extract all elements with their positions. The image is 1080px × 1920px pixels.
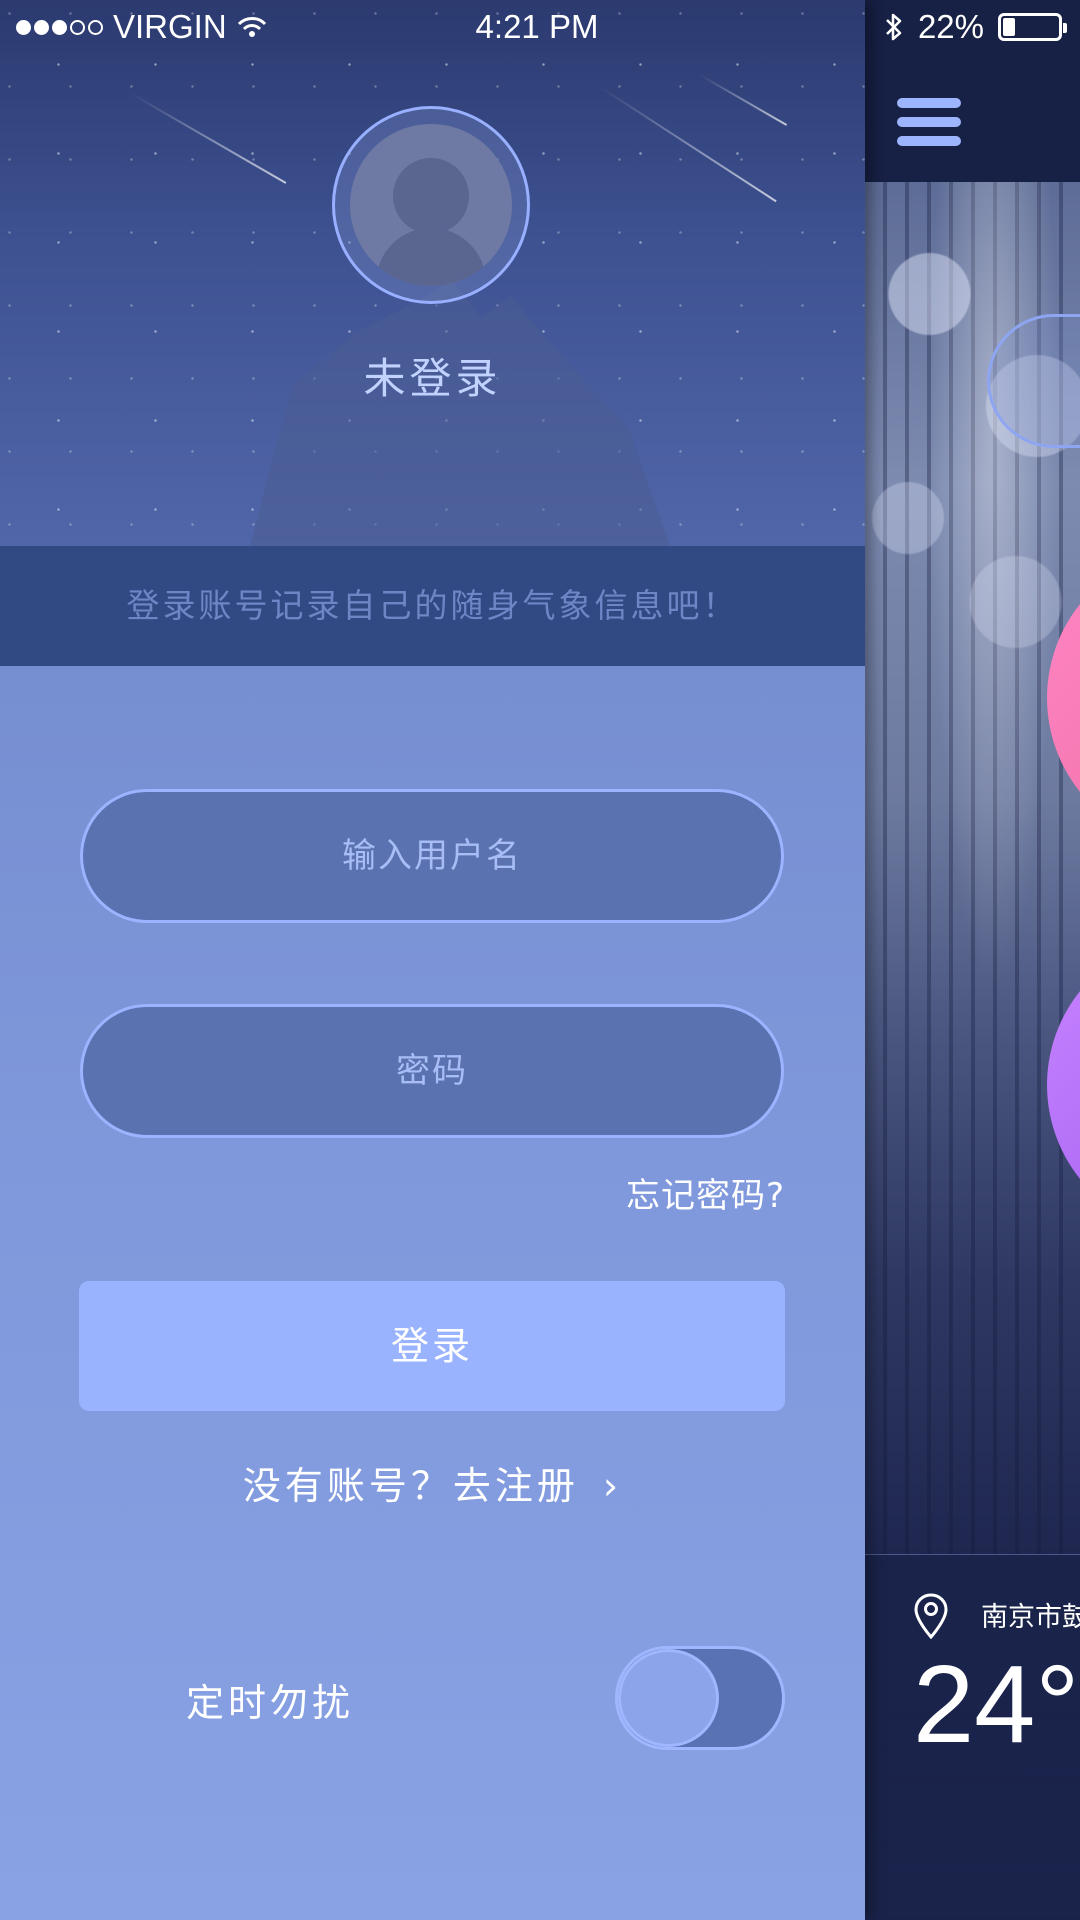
- login-drawer: 未登录 登录账号记录自己的随身气象信息吧！ 输入用户名 密码 忘记密码? 登录 …: [0, 0, 865, 1920]
- menu-icon[interactable]: [897, 98, 961, 148]
- battery-icon: [998, 13, 1067, 41]
- temperature-value: 24°C: [913, 1643, 1080, 1766]
- status-right: 22%: [884, 8, 1067, 46]
- status-time: 4:21 PM: [475, 8, 599, 45]
- avatar-icon[interactable]: [350, 124, 512, 286]
- login-status-text: 未登录: [363, 354, 502, 403]
- weather-summary: 南京市鼓 24°C: [865, 1554, 1080, 1920]
- location-pin-icon: [914, 1593, 948, 1639]
- do-not-disturb-label: 定时勿扰: [186, 1681, 355, 1725]
- register-label: 没有账号？去注册: [242, 1464, 579, 1508]
- login-button[interactable]: 登录: [79, 1281, 785, 1411]
- chevron-right-icon: ›: [602, 1464, 623, 1508]
- username-input[interactable]: 输入用户名: [80, 789, 784, 923]
- register-link[interactable]: 没有账号？去注册 ›: [0, 1455, 865, 1510]
- toggle-knob[interactable]: [618, 1649, 719, 1747]
- cloud-overlay: [865, 182, 1080, 742]
- tip-banner: 登录账号记录自己的随身气象信息吧！: [0, 546, 865, 666]
- password-input[interactable]: 密码: [80, 1004, 784, 1138]
- battery-percent: 22%: [917, 8, 984, 45]
- drawer-header: 未登录: [0, 0, 865, 546]
- status-bar: VIRGIN 4:21 PM 22%: [0, 0, 1080, 56]
- do-not-disturb-toggle[interactable]: [615, 1646, 785, 1750]
- location-label: 南京市鼓: [981, 1602, 1080, 1633]
- bluetooth-icon: [886, 13, 902, 41]
- main-screen-peek: 南京市鼓 24°C: [865, 0, 1080, 1920]
- forgot-password-link[interactable]: 忘记密码?: [626, 1168, 785, 1217]
